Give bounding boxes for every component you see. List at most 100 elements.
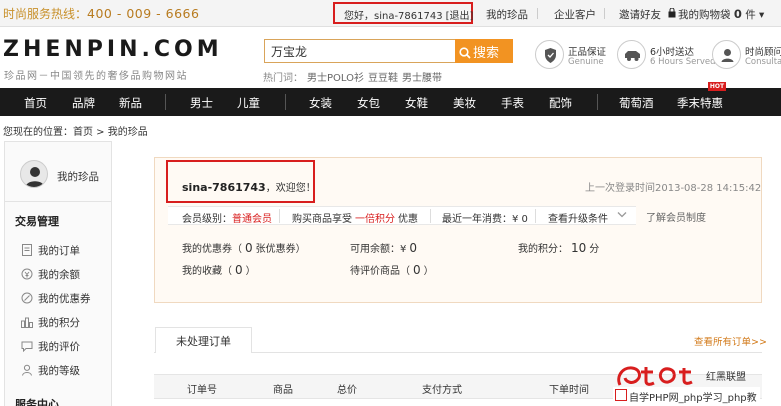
search-input[interactable]	[264, 39, 456, 63]
sidebar-item-label: 我的优惠券	[38, 293, 91, 305]
nav-item-beauty[interactable]: 美妆	[453, 95, 476, 111]
hotline-number: 400 - 009 - 6666	[87, 6, 200, 21]
site-slogan: 珍品网－中国领先的奢侈品购物网站	[4, 71, 188, 82]
nav-item-kids[interactable]: 儿童	[237, 95, 260, 111]
fav-suffix: ）	[245, 266, 256, 277]
sidebar-item-balance[interactable]: 我的余额	[21, 267, 80, 282]
avatar[interactable]	[20, 160, 48, 188]
balance-label: 可用余额：¥	[350, 244, 407, 255]
points-label: 我的积分：	[518, 244, 568, 255]
coupon-label: 我的优惠券（	[182, 244, 242, 255]
service-title: 时尚顾问	[745, 47, 781, 58]
bar-divider	[430, 209, 431, 223]
user-greeting-highlight: 您好，sina-7861743 [退出]	[333, 2, 473, 24]
service-hotline: 时尚服务热线：400 - 009 - 6666	[3, 5, 199, 22]
sidebar-item-points[interactable]: 我的积分	[21, 315, 80, 330]
nav-item-women-bags[interactable]: 女包	[357, 95, 380, 111]
my-zhenpin-link[interactable]: 我的珍品	[486, 7, 528, 22]
stat-pending-reviews[interactable]: 待评价商品（ 0）	[350, 262, 434, 277]
nav-item-home[interactable]: 首页	[24, 95, 47, 111]
hotword-link[interactable]: 男士POLO衫	[307, 73, 364, 84]
breadcrumb-prefix: 您现在的位置：	[3, 127, 73, 138]
cart-count: 0	[733, 7, 742, 21]
sidebar-item-label: 我的余额	[38, 269, 80, 281]
sidebar-profile: 我的珍品	[5, 142, 111, 202]
yearly-spending: 最近一年消费：¥ 0	[442, 214, 528, 225]
nav-item-wine[interactable]: 葡萄酒	[619, 95, 654, 111]
coupon-icon	[21, 292, 33, 304]
nav-item-brands[interactable]: 品牌	[72, 95, 95, 111]
stat-favorites[interactable]: 我的收藏（ 0）	[182, 262, 256, 277]
breadcrumb-path[interactable]: 首页 > 我的珍品	[73, 127, 148, 138]
shield-icon	[535, 40, 564, 69]
fav-label: 我的收藏（	[182, 266, 232, 277]
upgrade-conditions-link[interactable]: 查看升级条件	[548, 210, 608, 225]
nav-item-men[interactable]: 男士	[190, 95, 213, 111]
enterprise-link[interactable]: 企业客户	[554, 7, 596, 22]
sidebar-item-label: 我的积分	[38, 317, 80, 329]
watermark-text: 自学PHP网_php学习_php教	[629, 393, 757, 404]
discount-label: 购买商品享受	[292, 214, 352, 225]
level-value: 普通会员	[232, 214, 272, 225]
tab-pending-orders[interactable]: 未处理订单	[155, 327, 252, 353]
nav-divider	[165, 94, 166, 110]
sidebar-item-label: 我的等级	[38, 365, 80, 377]
hotline-label: 时尚服务热线：	[3, 7, 88, 21]
review-icon	[21, 341, 33, 352]
sidebar-section-service: 服务中心	[15, 398, 59, 406]
service-title: 正品保证	[568, 47, 607, 58]
hot-badge: HOT	[708, 82, 726, 91]
main-nav: 首页 品牌 新品 男士 儿童 女装 女包 女鞋 美妆 手表 配饰 葡萄酒 季末特…	[0, 88, 781, 116]
stat-balance: 可用余额：¥ 0	[350, 240, 420, 255]
nav-item-sale[interactable]: 季末特惠	[677, 95, 723, 111]
car-icon	[617, 40, 646, 69]
discount-value: 一倍积分	[355, 214, 395, 225]
service-subtitle: Consultant	[745, 57, 781, 67]
top-divider	[537, 8, 538, 19]
site-logo[interactable]: ZHENPIN.COM	[3, 37, 223, 62]
bar-divider	[279, 209, 280, 223]
username-text: sina-7861743	[182, 181, 266, 194]
sidebar-item-orders[interactable]: 我的订单	[21, 243, 80, 258]
service-title: 6小时送达	[650, 47, 695, 58]
search-icon	[459, 46, 471, 59]
nav-item-accessories[interactable]: 配饰	[549, 95, 572, 111]
hotword-link[interactable]: 豆豆鞋	[368, 73, 398, 84]
account-username: sina-7861743，欢迎您！	[182, 179, 316, 194]
bar-divider	[535, 209, 536, 223]
nav-divider	[285, 94, 286, 110]
view-all-orders-link[interactable]: 查看所有订单>>	[694, 334, 767, 348]
sidebar-item-level[interactable]: 我的等级	[21, 363, 80, 378]
nav-item-women-shoes[interactable]: 女鞋	[405, 95, 428, 111]
pending-count: 0	[413, 263, 421, 277]
chevron-down-icon[interactable]	[617, 211, 627, 219]
coupon-count: 0	[245, 241, 253, 255]
sidebar-item-label: 我的订单	[38, 245, 80, 257]
invite-friends-link[interactable]: 邀请好友	[619, 7, 661, 22]
level-icon	[22, 364, 32, 376]
nav-item-women-clothing[interactable]: 女装	[309, 95, 332, 111]
logout-link[interactable]: [退出]	[446, 11, 474, 22]
nav-item-watches[interactable]: 手表	[501, 95, 524, 111]
cart-label: 我的购物袋	[678, 9, 731, 21]
shopping-bag-link[interactable]: 我的购物袋 0 件 ▾	[678, 7, 764, 22]
consultant-icon	[712, 40, 741, 69]
sidebar-item-reviews[interactable]: 我的评价	[21, 339, 80, 354]
membership-rules-link[interactable]: 了解会员制度	[646, 209, 706, 224]
member-level: 会员级别：普通会员	[182, 210, 272, 225]
bag-icon	[668, 8, 676, 18]
watermark-brand: 红黑联盟	[706, 372, 746, 383]
sidebar-profile-label[interactable]: 我的珍品	[57, 169, 99, 184]
hotword-link[interactable]: 男士腰带	[402, 73, 442, 84]
watermark-caption: 自学PHP网_php学习_php教	[613, 387, 760, 404]
balance-icon	[21, 268, 33, 280]
nav-item-new[interactable]: 新品	[119, 95, 142, 111]
stat-coupons[interactable]: 我的优惠券（ 0 张优惠券）	[182, 240, 306, 255]
column-header: 支付方式	[422, 385, 462, 396]
level-label: 会员级别：	[182, 214, 232, 225]
chevron-down-icon: ▾	[759, 9, 765, 21]
discount-suffix: 优惠	[398, 214, 418, 225]
nav-divider	[597, 94, 598, 110]
sidebar-item-coupons[interactable]: 我的优惠券	[21, 291, 91, 306]
search-button[interactable]: 搜索	[455, 39, 513, 63]
